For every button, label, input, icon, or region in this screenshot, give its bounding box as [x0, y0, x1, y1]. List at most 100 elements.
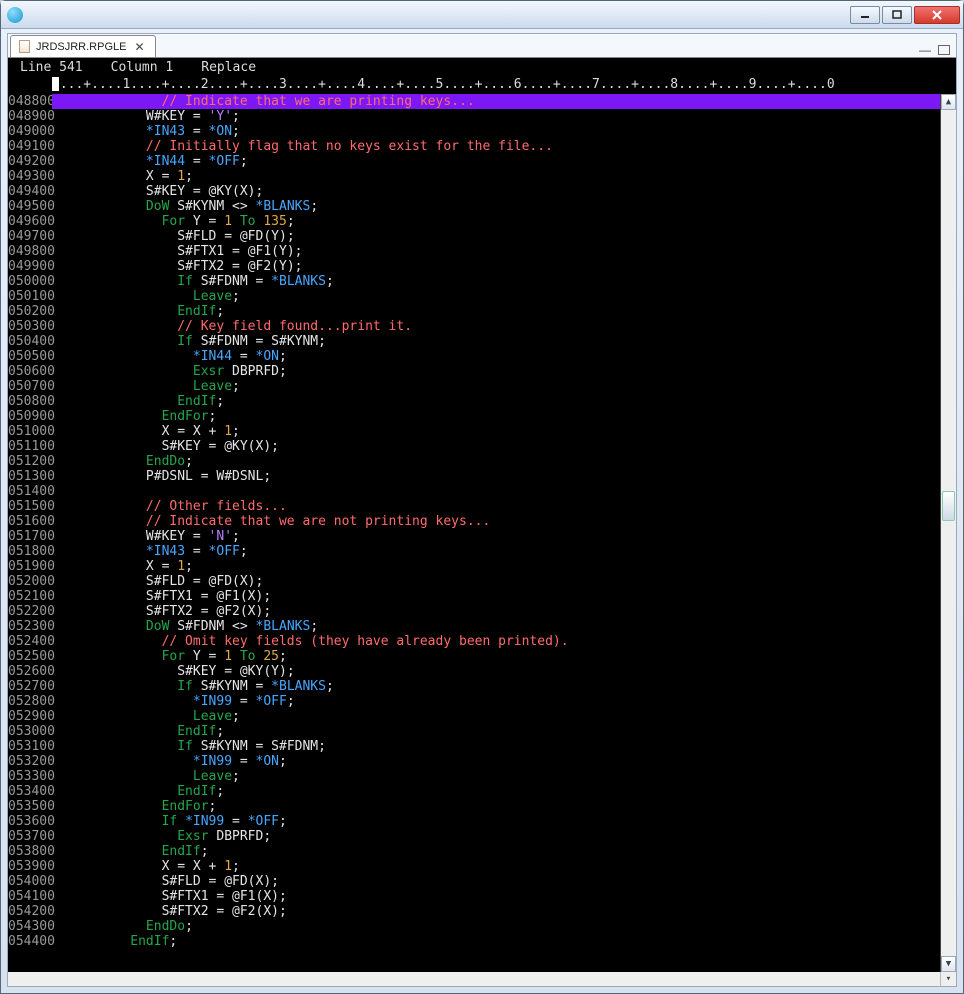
- code-line[interactable]: 049400 S#KEY = @KY(X);: [8, 184, 940, 199]
- maximize-button[interactable]: [882, 6, 912, 24]
- code-line[interactable]: 050600 Exsr DBPRFD;: [8, 364, 940, 379]
- code-text[interactable]: X = 1;: [52, 169, 940, 184]
- code-text[interactable]: [52, 484, 940, 499]
- code-line[interactable]: 053400 EndIf;: [8, 784, 940, 799]
- code-text[interactable]: S#FTX2 = @F2(Y);: [52, 259, 940, 274]
- code-line[interactable]: 049100 // Initially flag that no keys ex…: [8, 139, 940, 154]
- code-text[interactable]: Leave;: [52, 769, 940, 784]
- code-line[interactable]: 053200 *IN99 = *ON;: [8, 754, 940, 769]
- code-line[interactable]: 053900 X = X + 1;: [8, 859, 940, 874]
- code-text[interactable]: EndIf;: [52, 844, 940, 859]
- code-line[interactable]: 049300 X = 1;: [8, 169, 940, 184]
- code-line[interactable]: 050900 EndFor;: [8, 409, 940, 424]
- code-text[interactable]: *IN44 = *ON;: [52, 349, 940, 364]
- code-line[interactable]: 048900 W#KEY = 'Y';: [8, 109, 940, 124]
- code-line[interactable]: 052500 For Y = 1 To 25;: [8, 649, 940, 664]
- code-text[interactable]: // Omit key fields (they have already be…: [52, 634, 940, 649]
- code-text[interactable]: S#FTX1 = @F1(X);: [52, 889, 940, 904]
- code-text[interactable]: X = X + 1;: [52, 424, 940, 439]
- code-text[interactable]: S#KEY = @KY(X);: [52, 184, 940, 199]
- code-text[interactable]: W#KEY = 'Y';: [52, 109, 940, 124]
- code-line[interactable]: 053000 EndIf;: [8, 724, 940, 739]
- code-line[interactable]: 053500 EndFor;: [8, 799, 940, 814]
- code-line[interactable]: 051500 // Other fields...: [8, 499, 940, 514]
- scroll-right-icon[interactable]: ▾: [940, 972, 956, 986]
- code-line[interactable]: 052400 // Omit key fields (they have alr…: [8, 634, 940, 649]
- code-text[interactable]: S#FLD = @FD(X);: [52, 574, 940, 589]
- code-text[interactable]: S#KEY = @KY(X);: [52, 439, 940, 454]
- code-text[interactable]: // Initially flag that no keys exist for…: [52, 139, 940, 154]
- titlebar[interactable]: [1, 1, 963, 29]
- code-line[interactable]: 052100 S#FTX1 = @F1(X);: [8, 589, 940, 604]
- code-line[interactable]: 050300 // Key field found...print it.: [8, 319, 940, 334]
- code-line[interactable]: 054300 EndDo;: [8, 919, 940, 934]
- code-line[interactable]: 049000 *IN43 = *ON;: [8, 124, 940, 139]
- code-text[interactable]: W#KEY = 'N';: [52, 529, 940, 544]
- view-min-icon[interactable]: —: [918, 43, 932, 57]
- code-text[interactable]: Exsr DBPRFD;: [52, 364, 940, 379]
- code-text[interactable]: *IN99 = *OFF;: [52, 694, 940, 709]
- code-text[interactable]: *IN43 = *OFF;: [52, 544, 940, 559]
- code-text[interactable]: EndDo;: [52, 919, 940, 934]
- code-line[interactable]: 050800 EndIf;: [8, 394, 940, 409]
- code-line[interactable]: 050200 EndIf;: [8, 304, 940, 319]
- code-line[interactable]: 051700 W#KEY = 'N';: [8, 529, 940, 544]
- code-text[interactable]: DoW S#KYNM <> *BLANKS;: [52, 199, 940, 214]
- code-line[interactable]: 051000 X = X + 1;: [8, 424, 940, 439]
- code-text[interactable]: X = 1;: [52, 559, 940, 574]
- code-line[interactable]: 052300 DoW S#FDNM <> *BLANKS;: [8, 619, 940, 634]
- tab-close-icon[interactable]: ✕: [132, 40, 146, 54]
- code-text[interactable]: Exsr DBPRFD;: [52, 829, 940, 844]
- code-line[interactable]: 053700 Exsr DBPRFD;: [8, 829, 940, 844]
- code-line[interactable]: 052000 S#FLD = @FD(X);: [8, 574, 940, 589]
- code-text[interactable]: // Indicate that we are not printing key…: [52, 514, 940, 529]
- code-text[interactable]: If S#KYNM = *BLANKS;: [52, 679, 940, 694]
- code-line[interactable]: 052700 If S#KYNM = *BLANKS;: [8, 679, 940, 694]
- code-text[interactable]: Leave;: [52, 709, 940, 724]
- code-line[interactable]: 053600 If *IN99 = *OFF;: [8, 814, 940, 829]
- code-text[interactable]: If *IN99 = *OFF;: [52, 814, 940, 829]
- code-text[interactable]: // Other fields...: [52, 499, 940, 514]
- code-text[interactable]: EndIf;: [52, 934, 940, 949]
- code-text[interactable]: EndFor;: [52, 799, 940, 814]
- code-line[interactable]: 049800 S#FTX1 = @F1(Y);: [8, 244, 940, 259]
- code-text[interactable]: S#FTX1 = @F1(Y);: [52, 244, 940, 259]
- code-text[interactable]: // Indicate that we are printing keys...: [52, 94, 940, 109]
- code-line[interactable]: 052200 S#FTX2 = @F2(X);: [8, 604, 940, 619]
- code-text[interactable]: EndIf;: [52, 304, 940, 319]
- code-line[interactable]: 051900 X = 1;: [8, 559, 940, 574]
- code-line[interactable]: 049600 For Y = 1 To 135;: [8, 214, 940, 229]
- code-line[interactable]: 050000 If S#FDNM = *BLANKS;: [8, 274, 940, 289]
- code-line[interactable]: 050100 Leave;: [8, 289, 940, 304]
- scroll-thumb[interactable]: [942, 491, 955, 521]
- code-text[interactable]: S#FLD = @FD(Y);: [52, 229, 940, 244]
- code-line[interactable]: 054000 S#FLD = @FD(X);: [8, 874, 940, 889]
- code-line[interactable]: 053100 If S#KYNM = S#FDNM;: [8, 739, 940, 754]
- code-text[interactable]: If S#FDNM = *BLANKS;: [52, 274, 940, 289]
- code-text[interactable]: If S#KYNM = S#FDNM;: [52, 739, 940, 754]
- code-text[interactable]: EndIf;: [52, 784, 940, 799]
- scroll-track[interactable]: [941, 110, 956, 956]
- code-text[interactable]: DoW S#FDNM <> *BLANKS;: [52, 619, 940, 634]
- horizontal-scrollbar[interactable]: ▾: [8, 972, 956, 986]
- code-line[interactable]: 051100 S#KEY = @KY(X);: [8, 439, 940, 454]
- code-text[interactable]: EndDo;: [52, 454, 940, 469]
- code-line[interactable]: 049700 S#FLD = @FD(Y);: [8, 229, 940, 244]
- code-line[interactable]: 052900 Leave;: [8, 709, 940, 724]
- code-text[interactable]: // Key field found...print it.: [52, 319, 940, 334]
- code-text[interactable]: If S#FDNM = S#KYNM;: [52, 334, 940, 349]
- code-line[interactable]: 051300 P#DSNL = W#DSNL;: [8, 469, 940, 484]
- code-text[interactable]: *IN99 = *ON;: [52, 754, 940, 769]
- scroll-down-icon[interactable]: ▼: [941, 956, 956, 972]
- code-text[interactable]: EndIf;: [52, 394, 940, 409]
- code-line[interactable]: 054100 S#FTX1 = @F1(X);: [8, 889, 940, 904]
- code-text[interactable]: EndIf;: [52, 724, 940, 739]
- code-line[interactable]: 051200 EndDo;: [8, 454, 940, 469]
- code-text[interactable]: X = X + 1;: [52, 859, 940, 874]
- code-list[interactable]: 048800 // Indicate that we are printing …: [8, 94, 940, 972]
- view-max-icon[interactable]: [938, 45, 950, 55]
- code-line[interactable]: 049900 S#FTX2 = @F2(Y);: [8, 259, 940, 274]
- code-line[interactable]: 050400 If S#FDNM = S#KYNM;: [8, 334, 940, 349]
- code-text[interactable]: S#FLD = @FD(X);: [52, 874, 940, 889]
- code-line[interactable]: 053800 EndIf;: [8, 844, 940, 859]
